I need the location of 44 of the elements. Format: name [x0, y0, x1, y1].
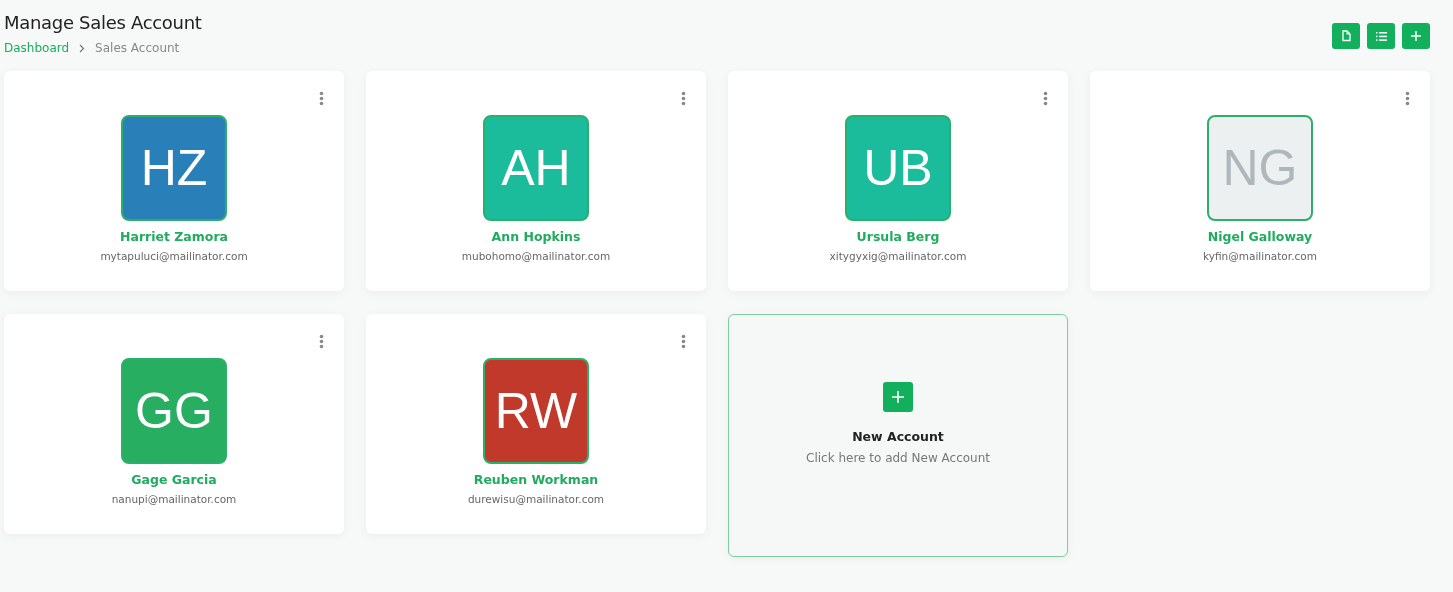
new-account-subtitle: Click here to add New Account [806, 451, 990, 465]
avatar: AH [483, 115, 589, 221]
avatar: RW [483, 358, 589, 464]
avatar: GG [121, 358, 227, 464]
more-button[interactable] [319, 334, 324, 349]
account-email: mytapuluci@mailinator.com [100, 250, 248, 262]
account-email: mubohomo@mailinator.com [461, 250, 611, 262]
account-email: xitygyxig@mailinator.com [829, 250, 967, 262]
more-icon [1405, 91, 1410, 106]
page-title: Manage Sales Account [4, 12, 202, 33]
list-button[interactable] [1367, 23, 1395, 49]
new-account-title: New Account [852, 429, 944, 444]
more-icon [1043, 91, 1048, 106]
add-button[interactable] [1402, 23, 1430, 49]
plus-icon [883, 382, 913, 412]
account-name[interactable]: Reuben Workman [473, 472, 599, 487]
avatar: UB [845, 115, 951, 221]
more-button[interactable] [1405, 91, 1410, 106]
account-email: durewisu@mailinator.com [467, 493, 605, 505]
plus-icon [1411, 31, 1421, 41]
more-icon [319, 91, 324, 106]
breadcrumb-link[interactable]: Dashboard [4, 41, 70, 55]
more-icon [681, 334, 686, 349]
more-button[interactable] [681, 334, 686, 349]
account-name[interactable]: Gage Garcia [131, 472, 217, 487]
chevron-icon [79, 43, 86, 53]
account-name[interactable]: Ursula Berg [856, 229, 940, 244]
more-button[interactable] [1043, 91, 1048, 106]
account-name[interactable]: Ann Hopkins [491, 229, 581, 244]
more-button[interactable] [681, 91, 686, 106]
breadcrumb-current: Sales Account [95, 41, 180, 55]
avatar: NG [1207, 115, 1313, 221]
more-button[interactable] [319, 91, 324, 106]
account-name[interactable]: Harriet Zamora [120, 229, 228, 244]
more-icon [319, 334, 324, 349]
list-icon [1375, 31, 1387, 41]
file-icon [1341, 30, 1351, 42]
account-email: nanupi@mailinator.com [111, 493, 237, 505]
avatar: HZ [121, 115, 227, 221]
more-icon [681, 91, 686, 106]
account-email: kyfin@mailinator.com [1203, 250, 1317, 262]
account-name[interactable]: Nigel Galloway [1207, 229, 1313, 244]
new-account-card[interactable]: New Account Click here to add New Account [728, 314, 1068, 557]
import-button[interactable] [1332, 23, 1360, 49]
